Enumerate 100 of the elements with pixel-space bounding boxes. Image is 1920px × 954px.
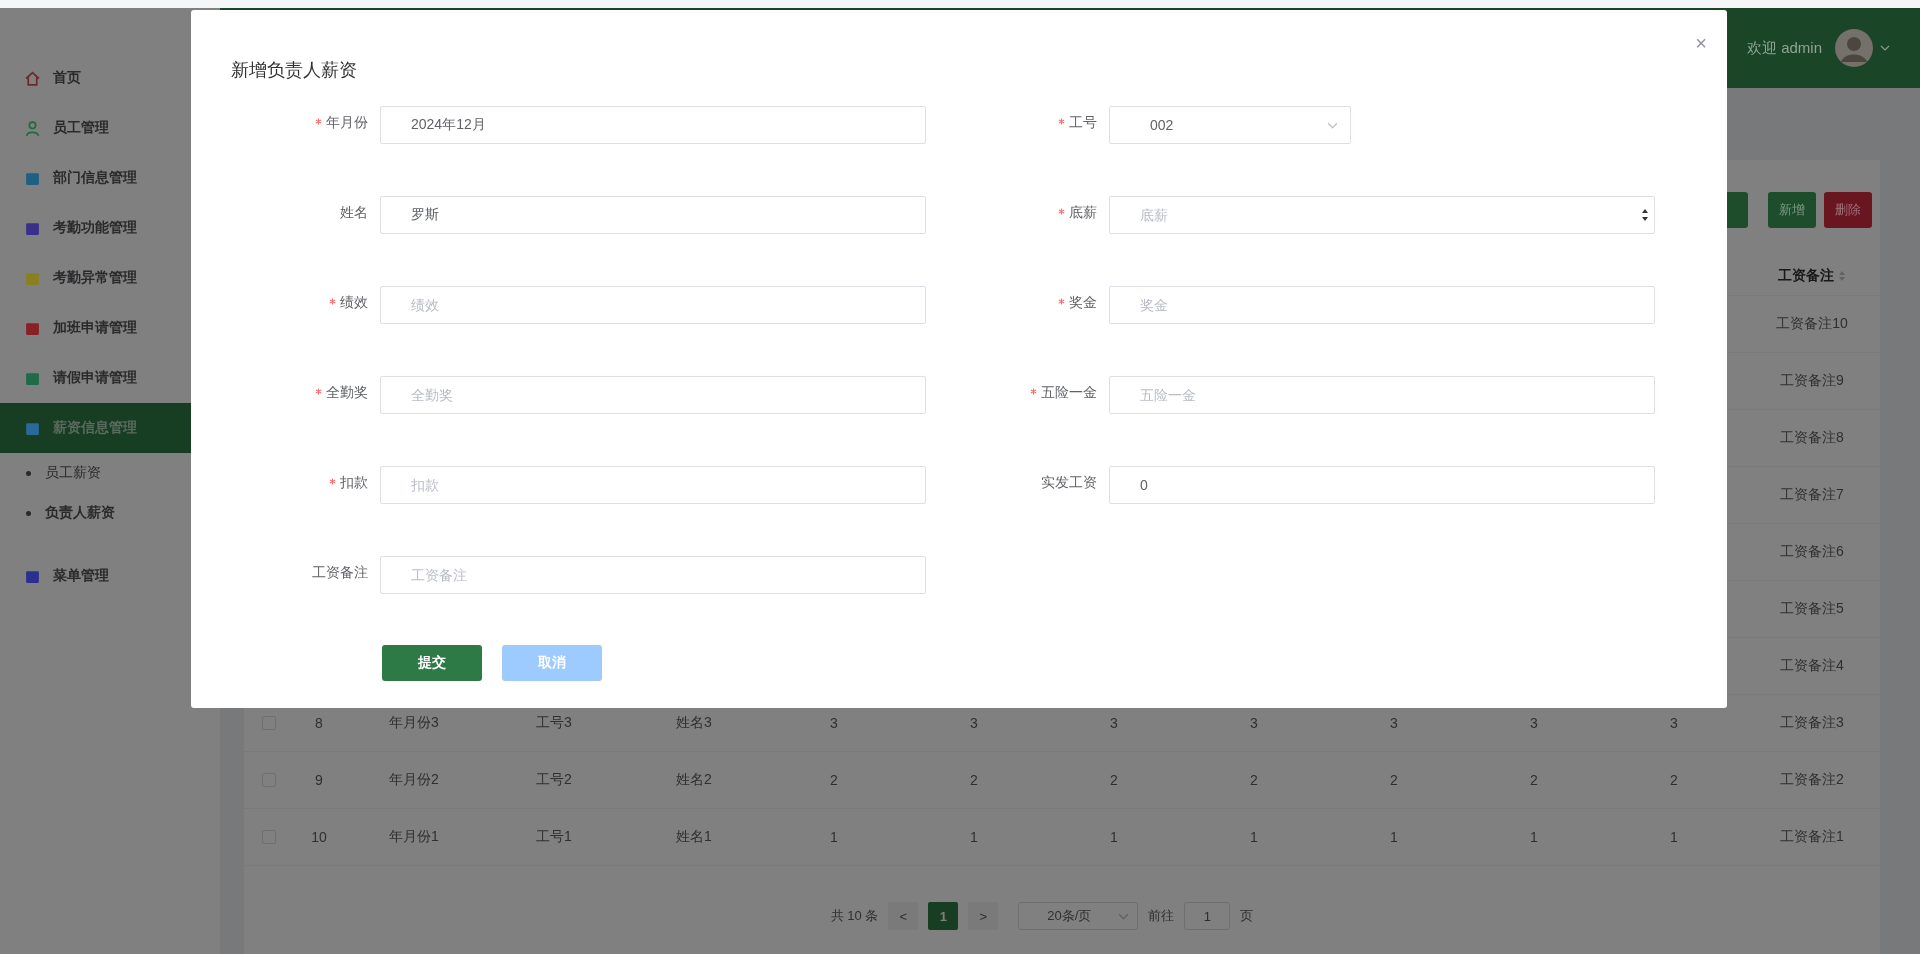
asterisk-icon [1058, 117, 1065, 125]
table-cell-text: 3 [1109, 715, 1119, 731]
table-cell-text: 工号1 [535, 828, 573, 846]
select-field[interactable]: 002 [1109, 106, 1351, 144]
welcome-text: 欢迎 admin [1746, 38, 1822, 58]
table-cell-text: 8 [314, 715, 324, 731]
field-label: 底薪 [1069, 204, 1097, 222]
table-cell-text: 3 [1249, 715, 1259, 731]
sidebar-item[interactable]: 加班申请管理 [0, 303, 220, 353]
table-cell-text: 年月份3 [388, 714, 440, 732]
asterisk-icon [315, 117, 322, 125]
page-input[interactable]: 1 [1184, 902, 1231, 930]
next-page-button[interactable]: > [968, 902, 999, 930]
dialog-button[interactable]: 提交 [382, 645, 482, 681]
input-field[interactable]: 工资备注 [380, 556, 926, 594]
asterisk-icon [315, 387, 322, 395]
toolbar-button[interactable]: 新增 [1768, 192, 1816, 228]
field-label: 实发工资 [1041, 474, 1097, 492]
asterisk-icon [329, 477, 336, 485]
table-cell-text: 1 [1389, 829, 1399, 845]
sidebar-item[interactable]: 考勤功能管理 [0, 203, 220, 253]
table-cell-text: 1 [1249, 829, 1259, 845]
submenu-item[interactable]: 员工薪资 [0, 453, 220, 493]
table-cell-text: 工资备注5 [1779, 600, 1845, 618]
avatar-icon[interactable] [1834, 28, 1874, 68]
table-cell-text: 年月份1 [388, 828, 440, 846]
close-button[interactable]: × [1695, 32, 1707, 55]
field-label: 年月份 [326, 114, 368, 132]
table-cell-text: 1 [1109, 829, 1119, 845]
asterisk-icon [329, 297, 336, 305]
field-label: 奖金 [1069, 294, 1097, 312]
sidebar-item[interactable]: 考勤异常管理 [0, 253, 220, 303]
table-cell-text: 年月份2 [388, 771, 440, 789]
asterisk-icon [1058, 297, 1065, 305]
input-field[interactable]: 奖金 [1109, 286, 1655, 324]
table-cell-text: 2 [1529, 772, 1539, 788]
total-count: 共 10 条 [830, 907, 879, 925]
page-button[interactable]: 1 [928, 902, 959, 930]
table-cell-text: 2 [1109, 772, 1119, 788]
table-cell-text: 3 [1529, 715, 1539, 731]
field-label: 工资备注 [312, 564, 368, 582]
sidebar-item[interactable]: 首页 [0, 53, 220, 103]
dialog-title: 新增负责人薪资 [231, 59, 357, 82]
table-cell-text: 3 [829, 715, 839, 731]
page-unit: 页 [1240, 907, 1254, 925]
input-field[interactable]: 0 [1109, 466, 1655, 504]
table-cell-text: 3 [1389, 715, 1399, 731]
input-field[interactable]: 全勤奖 [380, 376, 926, 414]
sidebar-item[interactable]: 菜单管理 [0, 551, 220, 601]
table-cell-text: 2 [829, 772, 839, 788]
table-cell-text: 工资备注7 [1779, 486, 1845, 504]
sidebar-item[interactable]: 部门信息管理 [0, 153, 220, 203]
column-header[interactable]: 工资备注 [1778, 266, 1834, 285]
table-cell-text: 2 [969, 772, 979, 788]
input-field[interactable]: 五险一金 [1109, 376, 1655, 414]
input-field[interactable]: 绩效 [380, 286, 926, 324]
table-cell-text: 工资备注2 [1779, 771, 1845, 789]
field-label: 扣款 [340, 474, 368, 492]
chevron-down-icon[interactable] [1880, 43, 1890, 53]
field-label: 绩效 [340, 294, 368, 312]
table-cell-text: 姓名1 [675, 828, 713, 846]
table-cell-text: 2 [1669, 772, 1679, 788]
table-cell-text: 1 [1529, 829, 1539, 845]
table-cell-text: 工资备注8 [1779, 429, 1845, 447]
table-cell-text: 2 [1389, 772, 1399, 788]
table-cell-text: 9 [314, 772, 324, 788]
input-field[interactable]: 罗斯 [380, 196, 926, 234]
table-cell-text: 工资备注6 [1779, 543, 1845, 561]
toolbar-button[interactable]: 删除 [1824, 192, 1872, 228]
table-cell-text: 工资备注1 [1779, 828, 1845, 846]
sidebar-item[interactable]: 请假申请管理 [0, 353, 220, 403]
table-cell-text: 姓名2 [675, 771, 713, 789]
table-cell-text: 工资备注3 [1779, 714, 1845, 732]
input-field[interactable]: 2024年12月 [380, 106, 926, 144]
spinner-arrows-icon[interactable] [1641, 207, 1649, 223]
page-size-select[interactable]: 20条/页 [1018, 902, 1139, 930]
field-label: 全勤奖 [326, 384, 368, 402]
goto-label: 前往 [1148, 907, 1175, 925]
table-cell-text: 工号2 [535, 771, 573, 789]
field-label: 工号 [1069, 114, 1097, 132]
number-field[interactable]: 底薪 [1109, 196, 1655, 234]
table-cell-text: 2 [1249, 772, 1259, 788]
asterisk-icon [1030, 387, 1037, 395]
table-cell-text: 1 [969, 829, 979, 845]
table-cell-text: 姓名3 [675, 714, 713, 732]
field-label: 五险一金 [1041, 384, 1097, 402]
table-cell-text: 工号3 [535, 714, 573, 732]
table-cell-text: 1 [829, 829, 839, 845]
table-cell-text: 10 [310, 829, 328, 845]
asterisk-icon [1058, 207, 1065, 215]
field-label: 姓名 [340, 204, 368, 222]
prev-page-button[interactable]: < [888, 902, 919, 930]
sidebar-item[interactable]: 员工管理 [0, 103, 220, 153]
table-cell-text: 工资备注4 [1779, 657, 1845, 675]
table-cell-text: 3 [969, 715, 979, 731]
sort-icon[interactable] [1838, 269, 1846, 282]
submenu-item[interactable]: 负责人薪资 [0, 493, 220, 533]
input-field[interactable]: 扣款 [380, 466, 926, 504]
table-cell-text: 1 [1669, 829, 1679, 845]
table-cell-text: 工资备注9 [1779, 372, 1845, 390]
